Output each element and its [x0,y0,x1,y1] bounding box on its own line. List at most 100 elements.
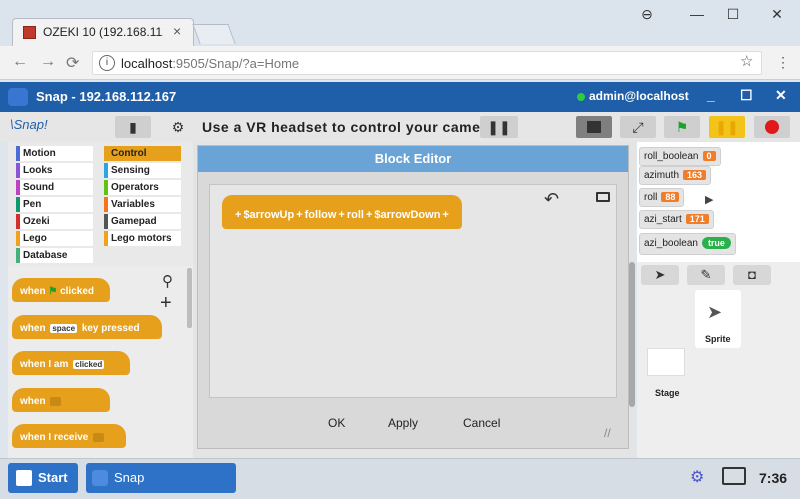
key-dropdown[interactable]: space [50,324,78,333]
label-follow[interactable]: follow [305,209,337,221]
param-arrowup[interactable]: $arrowUp [243,209,294,221]
taskbar: Start Snap ⚙ 7:36 [0,458,800,499]
sprite-corral: ➤ ✎ ◘ ➤ Sprite Stage [637,262,800,458]
taskbar-snap-button[interactable]: Snap [86,463,236,493]
turtle-tab-icon[interactable]: ➤ [641,265,679,285]
user-label: admin@localhost [589,89,689,103]
clock: 7:36 [759,470,788,486]
add-icon[interactable]: + [160,292,172,315]
browser-menu-icon[interactable]: ⋮ [776,54,790,71]
plus-slot[interactable]: + [296,209,302,221]
when-i-am-clicked-block[interactable]: when I am clicked [12,351,130,375]
category-control[interactable]: Control [104,146,181,161]
category-panel: Motion Control Looks Sensing Sound Opera… [8,142,193,266]
category-motion[interactable]: Motion [16,146,93,161]
palette-scrollbar[interactable] [187,268,192,328]
address-bar-row: ← → ⟳ i localhost:9505/Snap/?a=Home ☆ ⋮ [0,46,800,80]
maximize-window-button[interactable]: ☐ [718,4,748,26]
camera-tab-icon[interactable]: ◘ [733,265,771,285]
when-condition-block[interactable]: when [12,388,110,412]
turtle-arrow-icon: ➤ [707,302,723,322]
block-editor-dialog: Block Editor ↶ + $arrowUp + follow + roll + $ar… [197,145,629,449]
cloud-button[interactable]: ❚❚ [480,116,518,138]
stage-thumbnail[interactable] [647,348,685,376]
snap-close-button[interactable]: ✕ [775,87,787,104]
sprite-thumbnail[interactable]: ➤ Sprite [695,290,741,348]
clicked-dropdown[interactable]: clicked [73,360,105,369]
scripts-scrollbar[interactable] [629,262,635,407]
url-text: localhost:9505/Snap/?a=Home [121,56,299,71]
keyboard-icon[interactable] [596,192,610,202]
category-sensing[interactable]: Sensing [104,163,181,178]
forward-button[interactable]: → [40,53,56,71]
category-database[interactable]: Database [16,248,93,263]
category-variables[interactable]: Variables [104,197,181,212]
snap-toolbar: \Snap! ▮ ⚙ Use a VR headset to control y… [0,112,800,142]
stop-button[interactable] [754,116,790,138]
label-roll[interactable]: roll [347,209,364,221]
green-flag-button[interactable]: ⚑ [664,116,700,138]
new-tab-button[interactable] [192,24,236,44]
url-path: :9505/Snap/?a=Home [172,56,300,71]
when-flag-clicked-block[interactable]: when ⚑ clicked [12,278,110,302]
robot-tray-icon[interactable]: ⚙ [690,467,704,487]
url-input[interactable]: i localhost:9505/Snap/?a=Home [92,51,762,75]
stage-size-button[interactable] [576,116,612,138]
search-icon[interactable]: ⚲ [162,272,173,290]
when-i-receive-block[interactable]: when I receive [12,424,126,448]
tab-close-icon[interactable]: × [173,23,181,39]
start-button[interactable]: Start [8,463,78,493]
message-dropdown[interactable] [93,433,104,442]
category-lego[interactable]: Lego [16,231,93,246]
snap-robot-icon [8,88,28,106]
category-lego-motors[interactable]: Lego motors [104,231,181,246]
when-key-pressed-block[interactable]: when space key pressed [12,315,162,339]
computer-tray-icon[interactable] [722,467,746,485]
plus-slot[interactable]: + [442,209,448,221]
snap-logo[interactable]: \Snap! [10,117,48,132]
category-gamepad[interactable]: Gamepad [104,214,181,229]
watcher-azimuth[interactable]: azimuth 163 [639,166,712,185]
watcher-azi-start[interactable]: azi_start 171 [639,210,714,229]
stage[interactable]: roll_boolean 0 azimuth 163 roll 88 ▶ azi_st… [637,142,800,262]
reload-button[interactable]: ⟳ [66,53,79,73]
settings-gear-icon[interactable]: ⚙ [160,116,196,138]
profile-icon[interactable]: ⊖ [632,4,662,26]
category-operators[interactable]: Operators [104,180,181,195]
plus-slot[interactable]: + [338,209,344,221]
undo-icon[interactable]: ↶ [544,189,559,210]
watcher-azi-boolean[interactable]: azi_boolean true [639,233,736,255]
sprite-pointer-icon: ▶ [705,194,714,206]
block-label[interactable]: + $arrowUp + follow + roll + $arrowDown + [234,209,450,221]
back-button[interactable]: ← [12,53,28,71]
browser-tab[interactable]: OZEKI 10 (192.168.112.16 × [12,18,194,46]
snap-window-header: Snap - 192.168.112.167 admin@localhost _… [0,82,800,112]
watcher-roll[interactable]: roll 88 [639,188,685,207]
plus-slot[interactable]: + [366,209,372,221]
category-sound[interactable]: Sound [16,180,93,195]
ok-button[interactable]: OK [328,416,345,430]
dialog-title[interactable]: Block Editor [198,146,628,172]
close-window-button[interactable]: ✕ [762,4,792,26]
ozeki-favicon-icon [23,26,36,39]
bookmark-star-icon[interactable]: ☆ [740,52,753,70]
start-grid-icon [16,470,32,486]
cancel-button[interactable]: Cancel [463,416,500,430]
resize-handle-icon[interactable]: // [604,426,611,440]
snap-maximize-button[interactable]: ☐ [740,87,753,104]
category-looks[interactable]: Looks [16,163,93,178]
site-info-icon[interactable]: i [99,55,115,71]
minimize-window-button[interactable]: — [682,4,712,26]
plus-slot[interactable]: + [235,209,241,221]
pause-button[interactable]: ❚❚ [709,116,745,138]
condition-slot[interactable] [50,397,62,406]
apply-button[interactable]: Apply [388,416,418,430]
fullscreen-button[interactable]: ⤢ [620,116,656,138]
category-pen[interactable]: Pen [16,197,93,212]
paintbrush-tab-icon[interactable]: ✎ [687,265,725,285]
category-ozeki[interactable]: Ozeki [16,214,93,229]
param-arrowdown[interactable]: $arrowDown [374,209,440,221]
snap-minimize-button[interactable]: _ [707,87,715,103]
watcher-roll-boolean[interactable]: roll_boolean 0 [639,147,721,166]
file-menu-button[interactable]: ▮ [115,116,151,138]
